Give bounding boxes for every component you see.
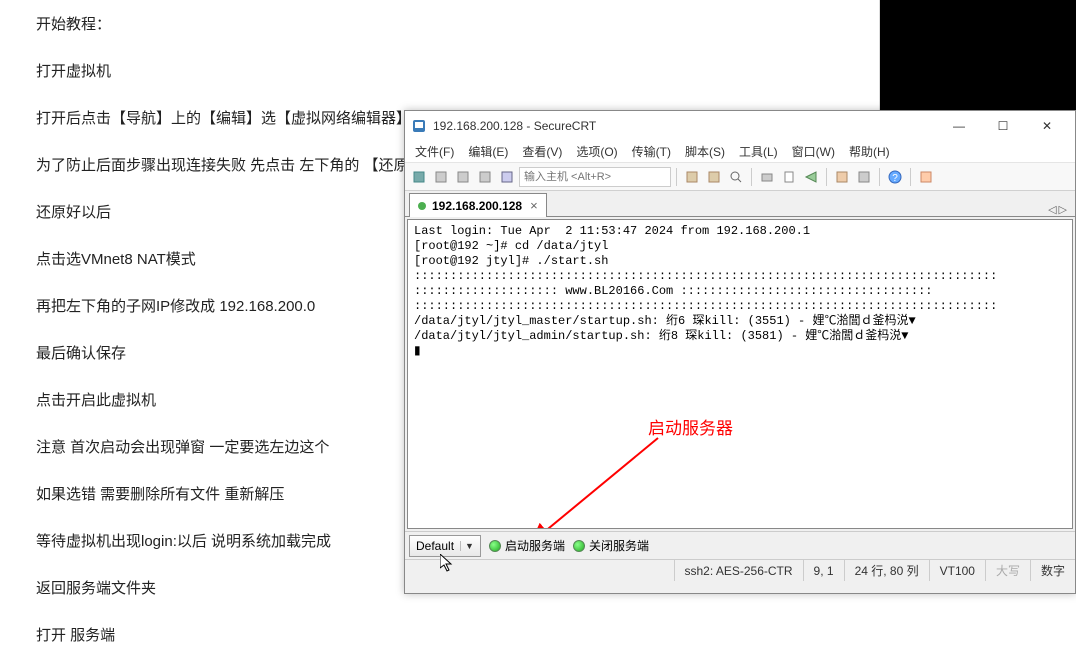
dark-block — [880, 0, 1076, 110]
menu-transfer[interactable]: 传输(T) — [628, 141, 675, 162]
log-icon[interactable] — [779, 167, 799, 187]
close-button[interactable]: ✕ — [1025, 112, 1069, 140]
terminal-line: Last login: Tue Apr 2 11:53:47 2024 from… — [414, 224, 810, 238]
stop-dot-icon — [573, 540, 585, 552]
tab-session[interactable]: 192.168.200.128 × — [409, 193, 547, 217]
terminal-line: [root@192 ~]# cd /data/jtyl — [414, 239, 608, 253]
separator — [910, 168, 911, 186]
tabbar: 192.168.200.128 × ◁ ▷ — [405, 191, 1075, 217]
minimize-button[interactable]: — — [937, 112, 981, 140]
terminal-line: :::::::::::::::::::: www.BL20166.Com :::… — [414, 284, 932, 298]
status-num: 数字 — [1030, 560, 1075, 581]
default-dropdown[interactable]: Default ▼ — [409, 535, 481, 557]
terminal-line: /data/jtyl/jtyl_admin/startup.sh: 绗8 琛ki… — [414, 329, 908, 343]
separator — [879, 168, 880, 186]
disconnect-icon[interactable] — [475, 167, 495, 187]
keyword-icon[interactable] — [916, 167, 936, 187]
window-title: 192.168.200.128 - SecureCRT — [433, 119, 937, 133]
status-pos: 9, 1 — [803, 560, 844, 581]
separator — [676, 168, 677, 186]
terminal-line: [root@192 jtyl]# ./start.sh — [414, 254, 608, 268]
toolbar: ? — [405, 163, 1075, 191]
start-label: 启动服务端 — [505, 537, 565, 554]
menu-edit[interactable]: 编辑(E) — [464, 141, 512, 162]
status-size: 24 行, 80 列 — [844, 560, 929, 581]
help-icon[interactable]: ? — [885, 167, 905, 187]
status-dot-icon — [418, 202, 426, 210]
chevron-down-icon: ▼ — [460, 541, 474, 551]
settings-icon[interactable] — [832, 167, 852, 187]
tab-nav-right-icon[interactable]: ▷ — [1059, 203, 1067, 216]
menu-file[interactable]: 文件(F) — [411, 141, 458, 162]
stop-label: 关闭服务端 — [589, 537, 649, 554]
quick-connect-icon[interactable] — [431, 167, 451, 187]
reconnect-icon[interactable] — [453, 167, 473, 187]
start-service-button[interactable]: 启动服务端 — [489, 537, 565, 554]
menu-options[interactable]: 选项(O) — [572, 141, 621, 162]
stop-service-button[interactable]: 关闭服务端 — [573, 537, 649, 554]
copy-icon[interactable] — [682, 167, 702, 187]
securecrt-window: 192.168.200.128 - SecureCRT — ☐ ✕ 文件(F) … — [404, 110, 1076, 594]
status-term: VT100 — [929, 560, 985, 581]
terminal-line: ::::::::::::::::::::::::::::::::::::::::… — [414, 269, 997, 283]
start-dot-icon — [489, 540, 501, 552]
annotation-label: 启动服务器 — [648, 418, 733, 439]
tab-close-icon[interactable]: × — [530, 198, 538, 213]
host-input[interactable] — [519, 167, 671, 187]
print-icon[interactable] — [757, 167, 777, 187]
menubar: 文件(F) 编辑(E) 查看(V) 选项(O) 传输(T) 脚本(S) 工具(L… — [405, 141, 1075, 163]
titlebar[interactable]: 192.168.200.128 - SecureCRT — ☐ ✕ — [405, 111, 1075, 141]
find-icon[interactable] — [726, 167, 746, 187]
terminal-cursor: ▮ — [414, 344, 421, 358]
connect-icon[interactable] — [409, 167, 429, 187]
terminal[interactable]: Last login: Tue Apr 2 11:53:47 2024 from… — [407, 219, 1073, 529]
paste-icon[interactable] — [704, 167, 724, 187]
session-icon[interactable] — [497, 167, 517, 187]
terminal-line: /data/jtyl/jtyl_master/startup.sh: 绗6 琛k… — [414, 314, 916, 328]
separator — [751, 168, 752, 186]
instruction-line: 打开虚拟机 — [36, 61, 843, 82]
terminal-line: ::::::::::::::::::::::::::::::::::::::::… — [414, 299, 997, 313]
menu-view[interactable]: 查看(V) — [518, 141, 566, 162]
options-icon[interactable] — [854, 167, 874, 187]
tab-nav-left-icon[interactable]: ◁ — [1048, 203, 1056, 216]
instruction-line: 开始教程： — [36, 14, 843, 35]
menu-window[interactable]: 窗口(W) — [788, 141, 839, 162]
status-caps: 大写 — [985, 560, 1030, 581]
separator — [826, 168, 827, 186]
menu-help[interactable]: 帮助(H) — [845, 141, 894, 162]
annotation-arrow-icon — [528, 428, 668, 529]
send-icon[interactable] — [801, 167, 821, 187]
svg-text:?: ? — [892, 173, 898, 184]
menu-tools[interactable]: 工具(L) — [735, 141, 782, 162]
app-icon — [411, 118, 427, 134]
statusbar: ssh2: AES-256-CTR 9, 1 24 行, 80 列 VT100 … — [405, 559, 1075, 581]
bottombar: Default ▼ 启动服务端 关闭服务端 — [405, 531, 1075, 559]
tab-title: 192.168.200.128 — [432, 199, 522, 213]
menu-script[interactable]: 脚本(S) — [681, 141, 729, 162]
status-proto: ssh2: AES-256-CTR — [674, 560, 803, 581]
maximize-button[interactable]: ☐ — [981, 112, 1025, 140]
default-label: Default — [416, 539, 454, 553]
instruction-line: 打开 服务端 — [36, 625, 843, 646]
